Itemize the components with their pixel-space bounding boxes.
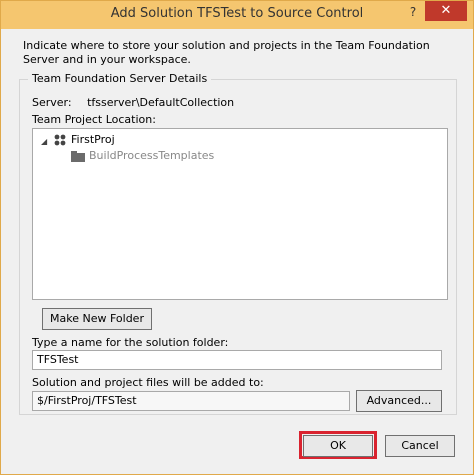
ok-button[interactable]: OK: [303, 435, 373, 457]
project-location-label: Team Project Location:: [32, 113, 156, 126]
server-label: Server:: [32, 96, 72, 109]
server-value: tfsserver\DefaultCollection: [87, 96, 235, 109]
server-row: Server: tfsserver\DefaultCollection: [32, 96, 234, 109]
expanded-arrow-icon[interactable]: ◢: [41, 137, 47, 146]
team-project-icon: [54, 134, 66, 146]
make-new-folder-button[interactable]: Make New Folder: [42, 308, 152, 330]
title-bar[interactable]: Add Solution TFSTest to Source Control ?…: [1, 1, 473, 29]
cancel-button[interactable]: Cancel: [385, 435, 455, 457]
solution-folder-input[interactable]: TFSTest: [32, 350, 442, 370]
advanced-button[interactable]: Advanced...: [356, 390, 442, 412]
dialog-window: Add Solution TFSTest to Source Control ?…: [0, 0, 474, 475]
help-icon[interactable]: ?: [405, 5, 421, 21]
description-text: Indicate where to store your solution an…: [23, 39, 430, 66]
tree-item-label: BuildProcessTemplates: [89, 149, 215, 162]
solution-folder-label: Type a name for the solution folder:: [32, 336, 229, 349]
close-button[interactable]: ✕: [425, 1, 467, 21]
destination-label: Solution and project files will be added…: [32, 376, 264, 389]
tree-item-label: FirstProj: [71, 133, 115, 146]
tree-item-firstproj[interactable]: ◢ FirstProj: [37, 131, 237, 147]
tree-item-buildprocesstemplates[interactable]: BuildProcessTemplates: [55, 147, 315, 163]
tfs-details-group: Team Foundation Server Details Server: t…: [19, 72, 457, 415]
group-label: Team Foundation Server Details: [28, 72, 212, 85]
dialog-body: Indicate where to store your solution an…: [9, 29, 465, 469]
window-title: Add Solution TFSTest to Source Control: [110, 6, 364, 21]
destination-path-field: $/FirstProj/TFSTest: [32, 391, 350, 411]
project-location-tree[interactable]: ◢ FirstProj BuildProcessTemplates: [32, 128, 448, 300]
folder-icon: [71, 151, 85, 162]
